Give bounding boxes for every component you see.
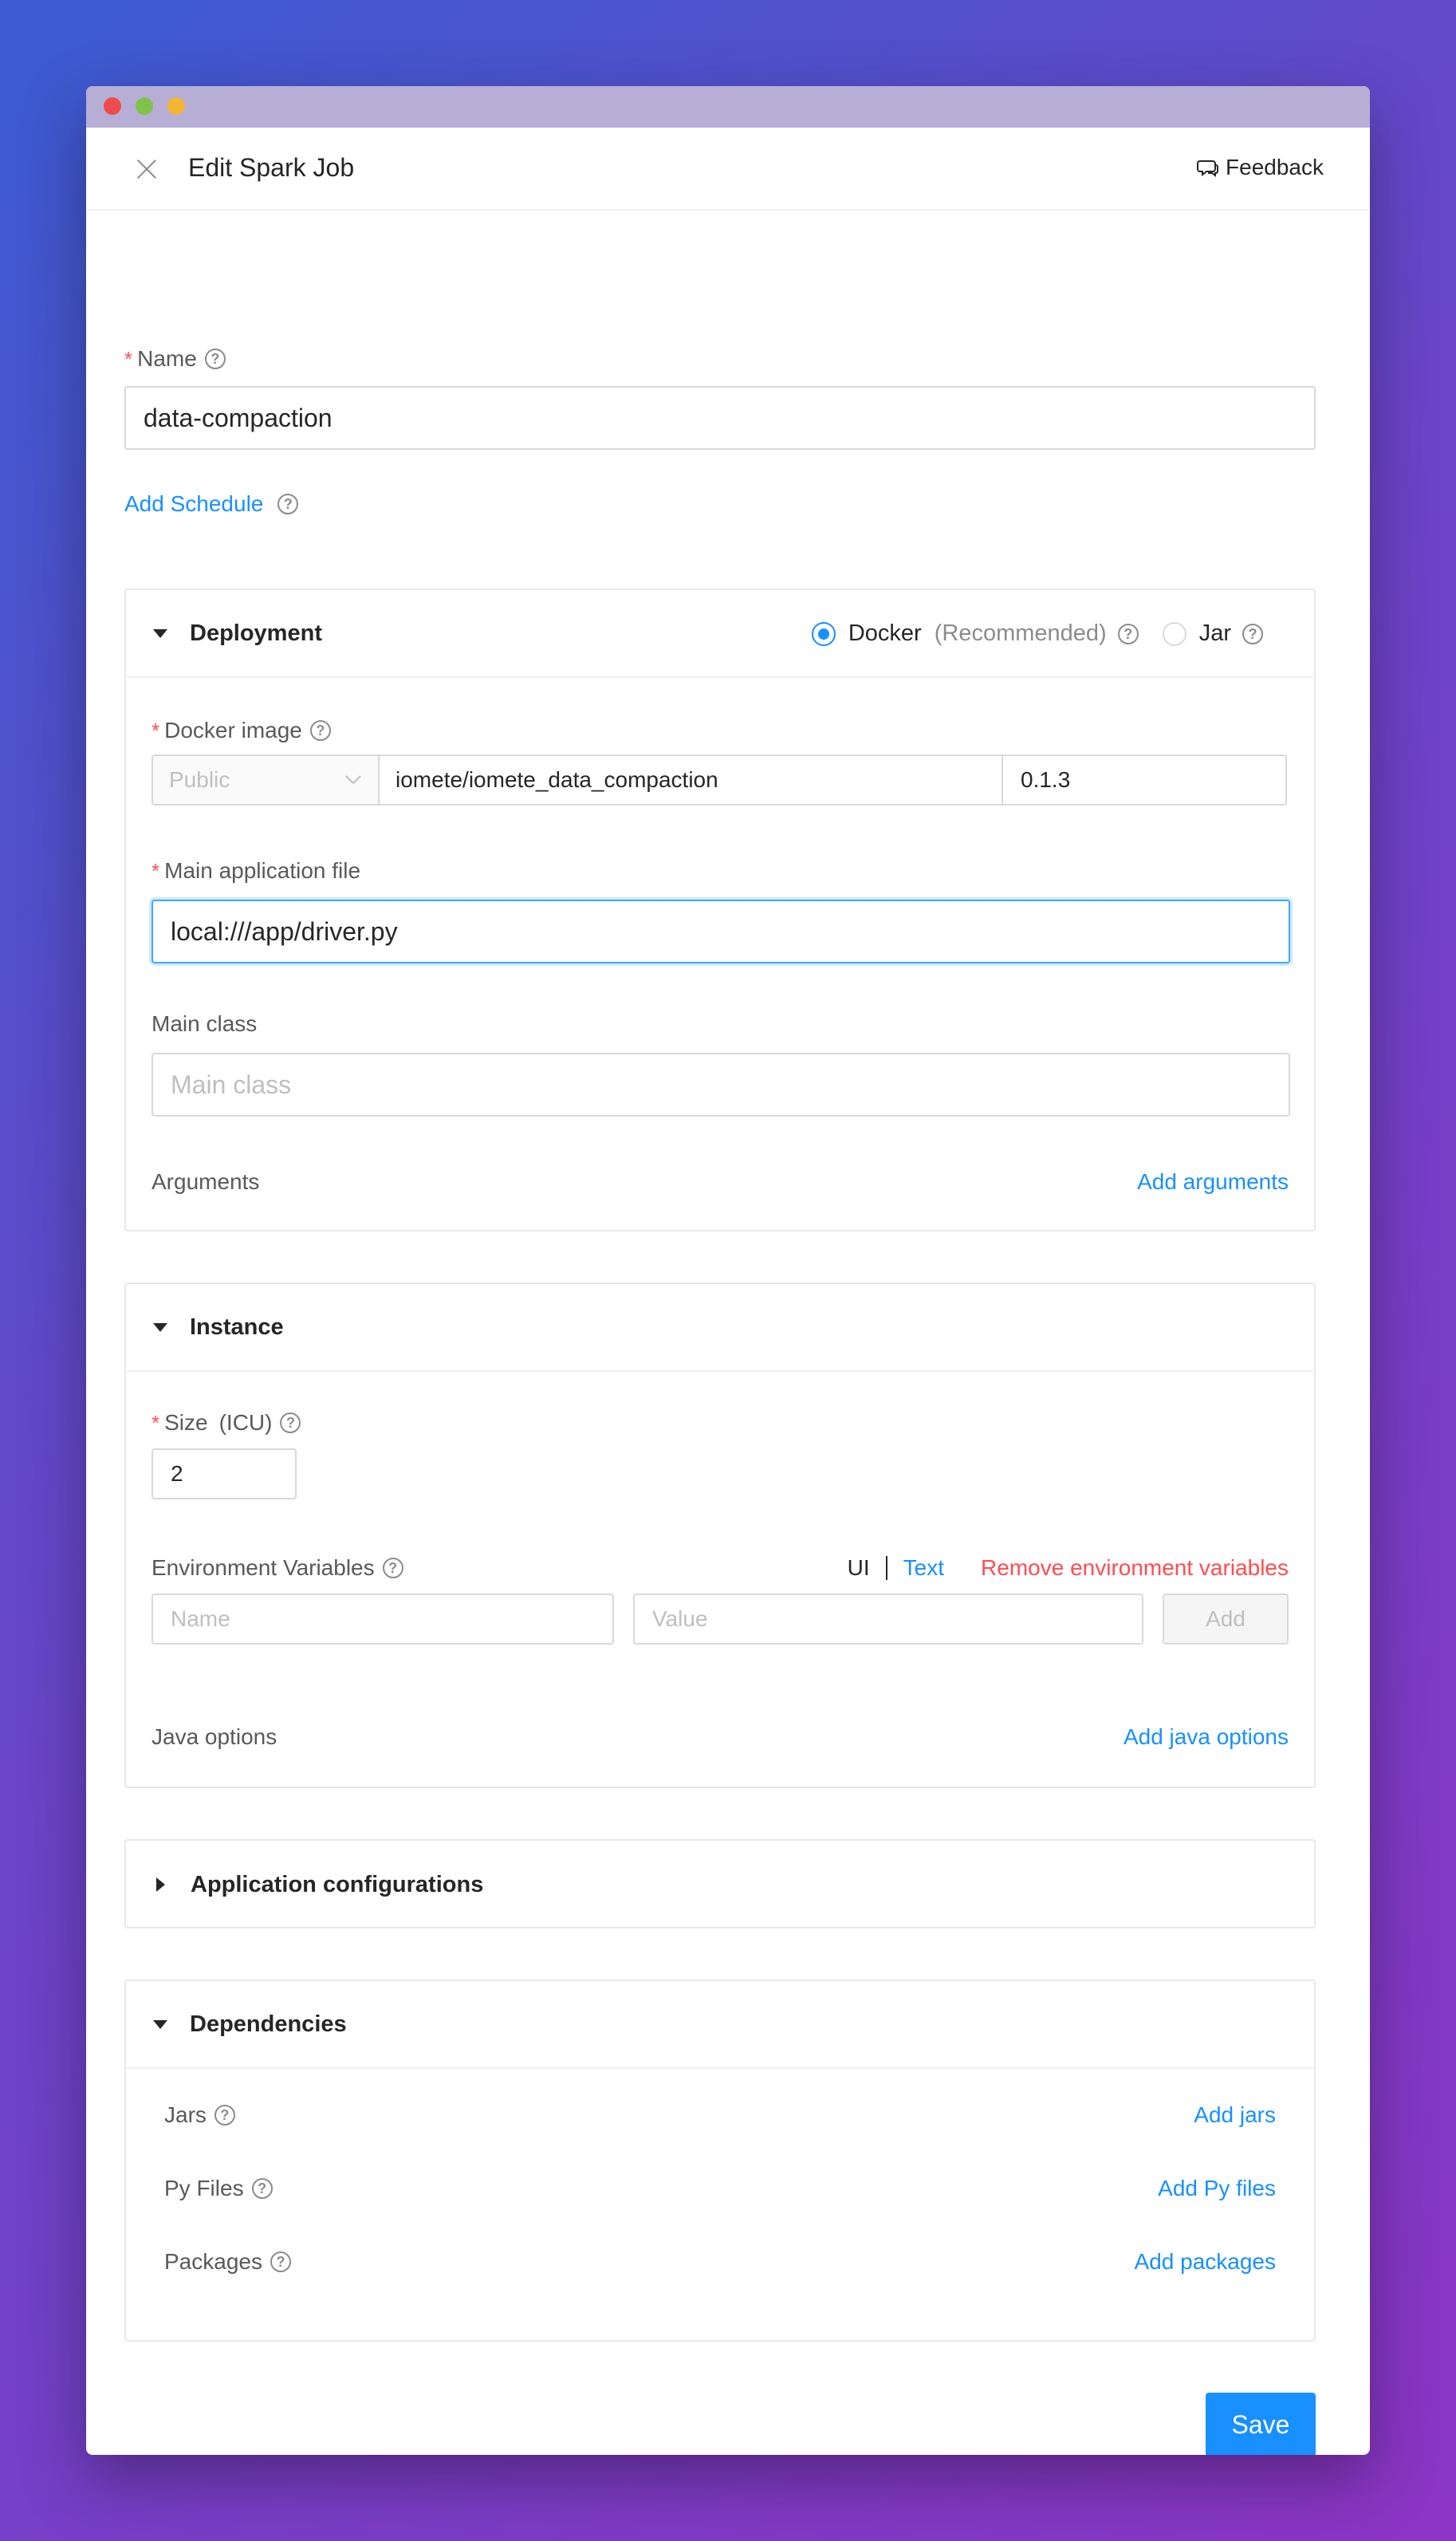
image-tag-input[interactable]: 0.1.3 xyxy=(1003,754,1287,806)
app-config-title: Application configurations xyxy=(191,1871,484,1897)
size-unit: (ICU) xyxy=(218,1410,273,1435)
env-add-button[interactable]: Add xyxy=(1163,1594,1289,1645)
instance-card: Instance * Size (ICU) ? 2 Environment Va… xyxy=(124,1282,1316,1788)
add-schedule-link[interactable]: Add Schedule xyxy=(124,491,263,517)
main-class-input[interactable]: Main class xyxy=(152,1053,1290,1117)
required-mark: * xyxy=(152,718,160,743)
required-mark: * xyxy=(124,346,133,371)
size-input[interactable]: 2 xyxy=(152,1448,297,1499)
docker-image-input-group: Public iomete/iomete_data_compaction 0.1… xyxy=(152,754,1287,806)
deployment-title: Deployment xyxy=(190,620,322,646)
env-vars-actions: UI Text Remove environment variables xyxy=(848,1555,1289,1581)
docker-image-label: * Docker image ? xyxy=(152,718,331,743)
jar-label: Jar xyxy=(1198,620,1231,646)
close-window-dot[interactable] xyxy=(104,97,121,115)
packages-label: Packages ? xyxy=(164,2249,291,2275)
app-config-card: Application configurations xyxy=(124,1839,1316,1928)
add-jars-link[interactable]: Add jars xyxy=(1194,2102,1276,2128)
maximize-window-dot[interactable] xyxy=(167,97,185,115)
chevron-down-icon xyxy=(345,775,361,785)
chat-icon xyxy=(1197,160,1219,177)
minimize-window-dot[interactable] xyxy=(136,97,153,115)
name-label: * Name ? xyxy=(124,346,226,372)
dependencies-title: Dependencies xyxy=(190,2011,347,2037)
arguments-label: Arguments xyxy=(152,1169,260,1194)
help-icon[interactable]: ? xyxy=(204,349,226,369)
feedback-label: Feedback xyxy=(1226,155,1324,179)
add-schedule-row: Add Schedule ? xyxy=(124,491,299,517)
help-icon[interactable]: ? xyxy=(382,1558,403,1578)
app-window: Edit Spark Job Feedback * Name ? data-co… xyxy=(86,86,1370,2455)
help-icon[interactable]: ? xyxy=(1242,623,1263,644)
help-icon[interactable]: ? xyxy=(277,494,299,514)
py-files-label: Py Files ? xyxy=(164,2176,273,2201)
help-icon[interactable]: ? xyxy=(214,2105,235,2125)
caret-down-icon xyxy=(153,628,167,638)
page-header: Edit Spark Job Feedback xyxy=(86,128,1370,211)
env-name-input[interactable]: Name xyxy=(152,1594,614,1645)
help-icon[interactable]: ? xyxy=(280,1412,301,1433)
help-icon[interactable]: ? xyxy=(270,2251,291,2272)
required-mark: * xyxy=(152,858,160,883)
add-py-files-link[interactable]: Add Py files xyxy=(1158,2176,1276,2201)
env-value-input[interactable]: Value xyxy=(633,1594,1143,1645)
help-icon[interactable]: ? xyxy=(251,2178,273,2199)
page-title: Edit Spark Job xyxy=(188,153,355,182)
feedback-button[interactable]: Feedback xyxy=(1197,155,1324,180)
jar-radio[interactable] xyxy=(1162,621,1186,646)
caret-down-icon xyxy=(153,1322,167,1332)
docker-radio[interactable] xyxy=(811,621,836,646)
instance-title: Instance xyxy=(190,1314,284,1340)
image-name-input[interactable]: iomete/iomete_data_compaction xyxy=(378,754,1003,806)
remove-env-vars-link[interactable]: Remove environment variables xyxy=(981,1555,1289,1581)
docker-recommended-note: (Recommended) xyxy=(934,620,1107,646)
deployment-card: Deployment Docker (Recommended) ? Jar ? … xyxy=(124,589,1316,1231)
add-java-options-link[interactable]: Add java options xyxy=(1123,1724,1289,1750)
main-class-label: Main class xyxy=(152,1011,258,1036)
deployment-type-radio-group: Docker (Recommended) ? Jar ? xyxy=(811,620,1263,647)
instance-card-header[interactable]: Instance xyxy=(126,1284,1314,1372)
caret-right-icon xyxy=(156,1877,165,1892)
save-button[interactable]: Save xyxy=(1206,2393,1316,2455)
close-icon[interactable] xyxy=(132,155,161,183)
docker-label: Docker xyxy=(848,620,922,646)
main-file-label: * Main application file xyxy=(152,858,361,883)
caret-down-icon xyxy=(153,2019,167,2029)
registry-value: Public xyxy=(169,767,230,792)
registry-select[interactable]: Public xyxy=(152,754,378,806)
env-mode-text[interactable]: Text xyxy=(903,1555,944,1581)
add-packages-link[interactable]: Add packages xyxy=(1135,2249,1276,2275)
help-icon[interactable]: ? xyxy=(309,720,331,741)
help-icon[interactable]: ? xyxy=(1117,623,1139,644)
app-config-card-header[interactable]: Application configurations xyxy=(126,1841,1314,1928)
jars-label: Jars ? xyxy=(164,2102,235,2128)
required-mark: * xyxy=(152,1410,160,1435)
java-options-label: Java options xyxy=(152,1724,277,1749)
name-input[interactable]: data-compaction xyxy=(124,386,1316,450)
window-titlebar xyxy=(86,86,1370,128)
env-vars-label: Environment Variables ? xyxy=(152,1555,403,1581)
dependencies-card: Dependencies Jars ? Add jars Py Files ? … xyxy=(124,1980,1316,2342)
dependencies-card-header[interactable]: Dependencies xyxy=(126,1981,1314,2069)
env-mode-ui[interactable]: UI xyxy=(848,1555,870,1581)
main-file-input[interactable]: local:///app/driver.py xyxy=(152,900,1290,963)
divider xyxy=(885,1556,887,1580)
add-arguments-link[interactable]: Add arguments xyxy=(1137,1169,1289,1195)
size-label: * Size (ICU) ? xyxy=(152,1410,301,1436)
